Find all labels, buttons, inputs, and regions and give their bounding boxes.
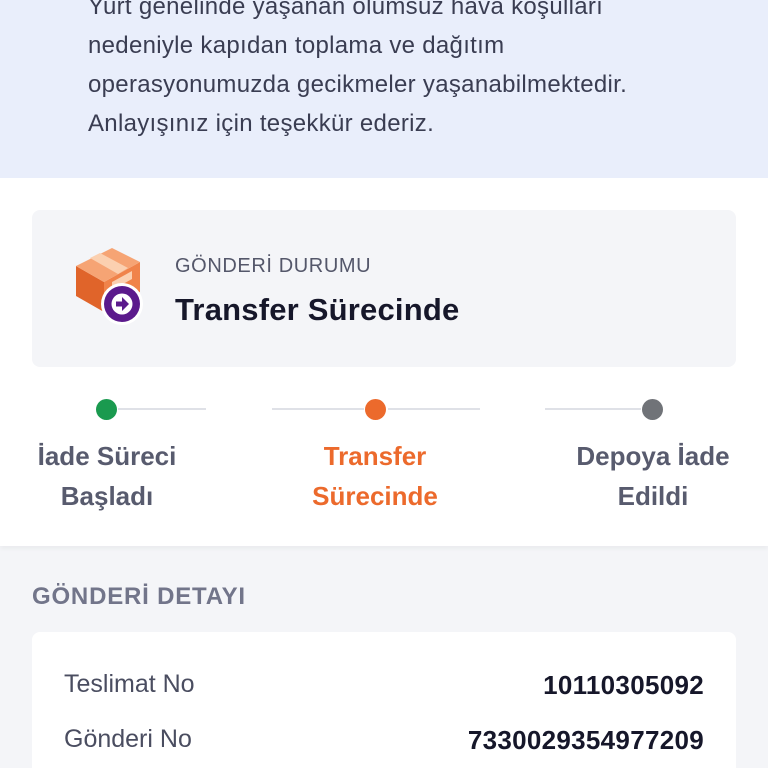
timeline-connector [118, 408, 206, 410]
notice-line: operasyonumuzda gecikmeler yaşanabilmekt… [88, 71, 628, 98]
delivery-number-value[interactable]: 10110305092 [543, 670, 704, 701]
timeline-step-text: Edildi [617, 481, 689, 511]
notice-line: nedeniyle kapıdan toplama ve dağıtım [88, 32, 505, 59]
timeline-step-text: Başladı [60, 481, 154, 511]
timeline-step-text: Sürecinde [312, 481, 438, 511]
timeline-connector [388, 408, 480, 410]
timeline-dot-pending [642, 399, 663, 420]
timeline-step-label: İade Süreci Başladı [0, 436, 227, 516]
timeline-connector [545, 408, 641, 410]
package-transfer-icon [72, 246, 146, 333]
notice-line: Yurt genelinde yaşanan olumsuz hava koşu… [88, 0, 604, 20]
status-label: GÖNDERİ DURUMU [175, 255, 372, 277]
timeline-dot-completed [96, 399, 117, 420]
timeline-connector [272, 408, 364, 410]
notice-text: Yurt genelinde yaşanan olumsuz hava koşu… [88, 0, 748, 143]
notice-line: Anlayışınız için teşekkür ederiz. [88, 110, 435, 137]
timeline-step-label: Transfer Sürecinde [255, 436, 495, 516]
details-heading: GÖNDERİ DETAYI [32, 583, 246, 610]
delivery-number-label: Teslimat No [64, 670, 195, 698]
shipment-number-value[interactable]: 7330029354977209 [468, 725, 704, 756]
timeline-step-text: Depoya İade [576, 441, 730, 471]
weather-notice-banner: Yurt genelinde yaşanan olumsuz hava koşu… [0, 0, 768, 178]
timeline-step-text: İade Süreci [37, 441, 177, 471]
status-value: Transfer Sürecinde [175, 292, 460, 327]
shipment-number-label: Gönderi No [64, 725, 192, 753]
shipment-tracking-page: Yurt genelinde yaşanan olumsuz hava koşu… [0, 0, 768, 768]
timeline-dot-active [365, 399, 386, 420]
timeline-step-text: Transfer [323, 441, 427, 471]
timeline-step-label: Depoya İade Edildi [533, 436, 768, 516]
